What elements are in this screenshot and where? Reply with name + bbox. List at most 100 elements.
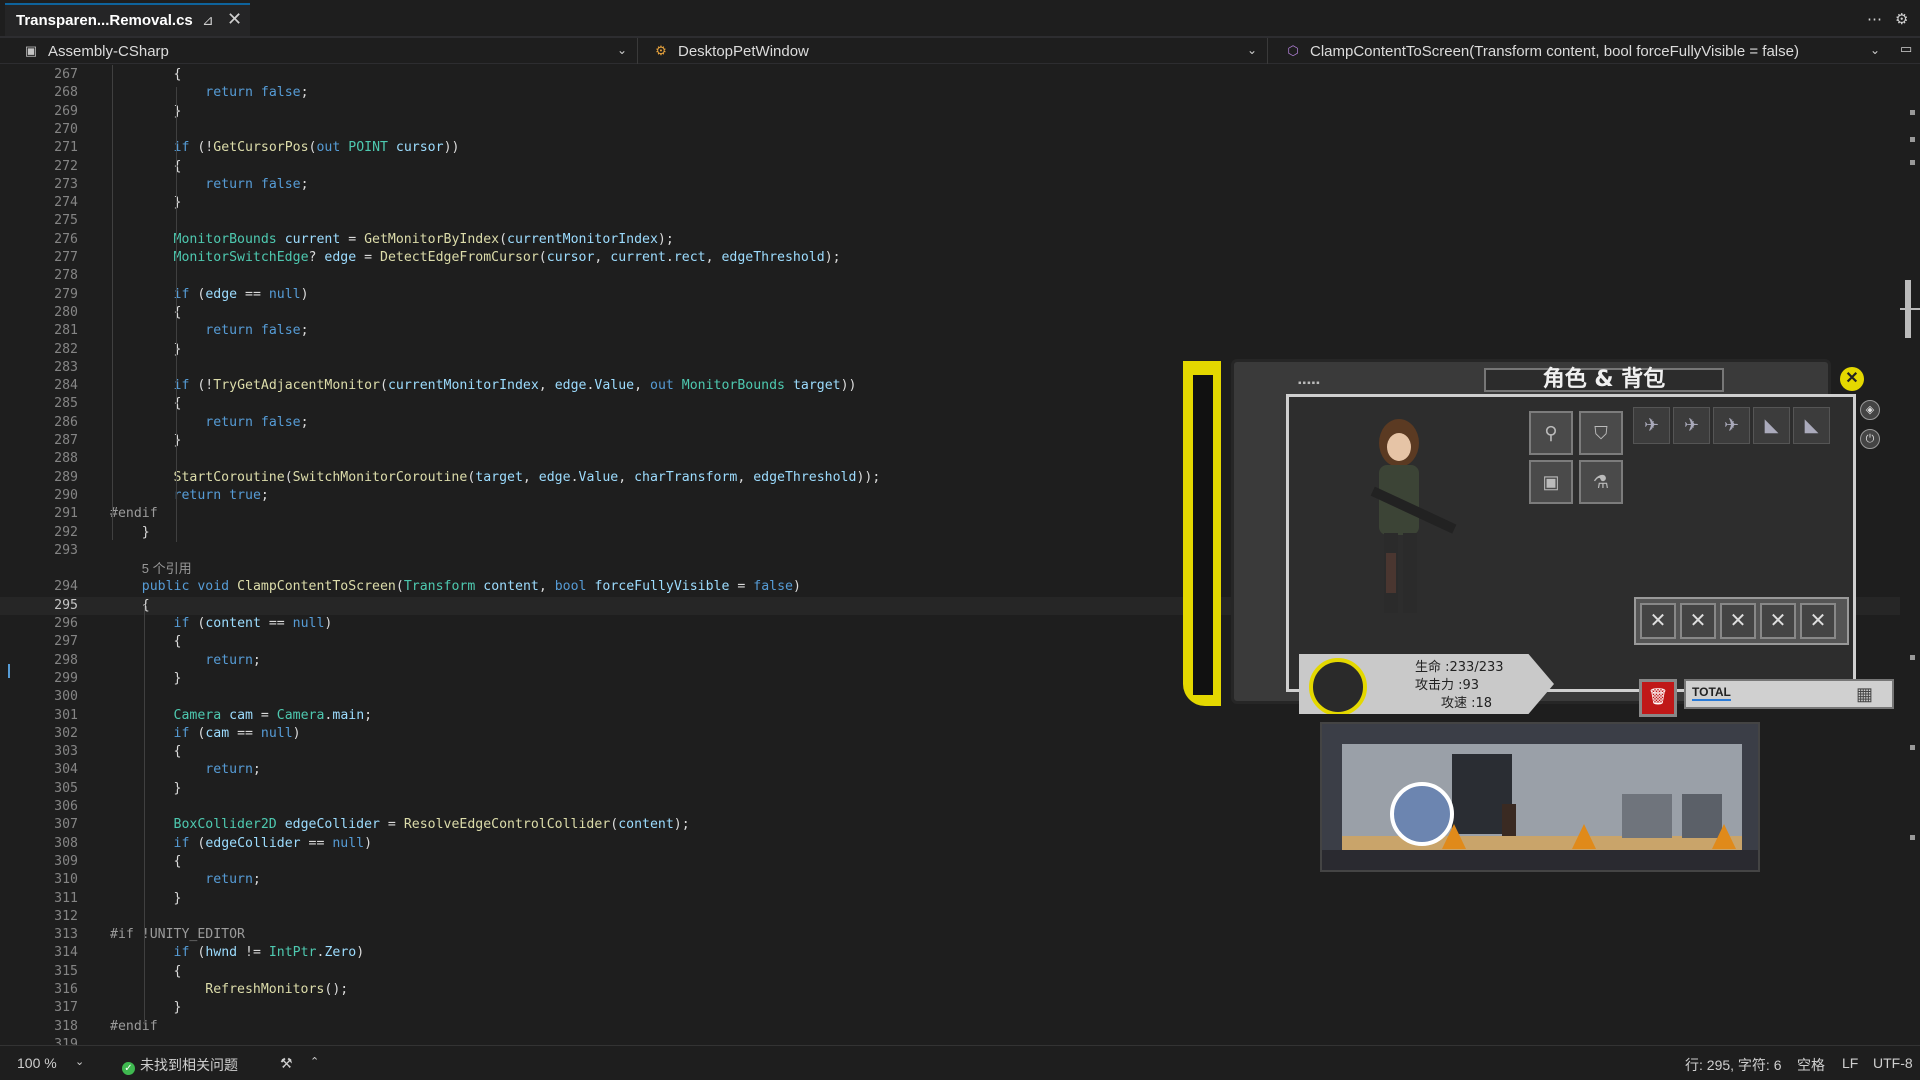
code-line[interactable]: 275 [0,212,1900,230]
code-text[interactable]: return; [110,761,261,779]
code-text[interactable]: #endif [110,505,158,523]
armor-slot[interactable]: ⛉ [1579,411,1623,455]
boot-slot[interactable]: ◣ [1753,407,1790,444]
code-text[interactable]: StartCoroutine(SwitchMonitorCoroutine(ta… [110,469,881,487]
chevron-up-icon[interactable]: ⌃ [310,1055,319,1068]
code-text[interactable]: } [110,890,182,908]
code-line[interactable]: 279 if (edge == null) [0,286,1900,304]
code-line[interactable]: 269 } [0,103,1900,121]
flask-slot[interactable]: ⚗ [1579,460,1623,504]
code-line[interactable]: 273 return false; [0,176,1900,194]
file-encoding[interactable]: UTF-8 [1873,1055,1913,1071]
code-text[interactable]: public void ClampContentToScreen(Transfo… [110,578,801,596]
code-text[interactable]: } [110,103,182,121]
code-text[interactable]: { [110,743,182,761]
code-text[interactable]: BoxCollider2D edgeCollider = ResolveEdge… [110,816,690,834]
backpack-slot[interactable]: ▣ [1529,460,1573,504]
code-text[interactable]: { [110,304,182,322]
code-text[interactable]: return false; [110,84,308,102]
code-text[interactable]: } [110,194,182,212]
weapon-slot[interactable]: ✈ [1633,407,1670,444]
more-icon[interactable]: ⋯ [1867,10,1882,28]
code-text[interactable]: 5 个引用 [110,560,192,579]
editor-scrollbar[interactable] [1900,65,1920,1045]
class-dropdown[interactable]: ⚙ DesktopPetWindow ⌄ [648,38,1268,64]
empty-slot[interactable]: ✕ [1680,603,1716,639]
code-line[interactable]: 282 } [0,341,1900,359]
code-text[interactable]: return false; [110,322,308,340]
project-dropdown[interactable]: ▣ Assembly-CSharp ⌄ [18,38,638,64]
code-text[interactable]: { [110,853,182,871]
split-editor-icon[interactable]: ▭ [1900,41,1912,57]
code-text[interactable]: MonitorBounds current = GetMonitorByInde… [110,231,674,249]
code-text[interactable]: if (edgeCollider == null) [110,835,373,853]
code-line[interactable]: 271 if (!GetCursorPos(out POINT cursor)) [0,139,1900,157]
code-line[interactable]: 313 #if !UNITY_EDITOR [0,926,1900,944]
indent-mode[interactable]: 空格 [1797,1055,1825,1075]
code-text[interactable]: return; [110,652,261,670]
empty-slot[interactable]: ✕ [1720,603,1756,639]
code-line[interactable]: 317 } [0,999,1900,1017]
code-line[interactable]: 278 [0,267,1900,285]
pin-icon[interactable]: ⊿ [202,12,214,29]
code-text[interactable]: if (!GetCursorPos(out POINT cursor)) [110,139,460,157]
trash-button[interactable]: 🗑 [1639,679,1677,717]
code-text[interactable]: if (hwnd != IntPtr.Zero) [110,944,365,962]
code-line[interactable]: 274 } [0,194,1900,212]
code-line[interactable]: 310 return; [0,871,1900,889]
code-line[interactable]: 314 if (hwnd != IntPtr.Zero) [0,944,1900,962]
code-line[interactable]: 316 RefreshMonitors(); [0,981,1900,999]
member-dropdown[interactable]: ⬡ ClampContentToScreen(Transform content… [1280,38,1890,64]
code-line[interactable]: 318 #endif [0,1018,1900,1036]
code-line[interactable]: 311 } [0,890,1900,908]
code-text[interactable]: #endif [110,1018,158,1036]
code-line[interactable]: 315 { [0,963,1900,981]
empty-slot[interactable]: ✕ [1760,603,1796,639]
line-ending[interactable]: LF [1842,1055,1858,1071]
code-text[interactable]: RefreshMonitors(); [110,981,348,999]
code-text[interactable]: return false; [110,176,308,194]
code-text[interactable]: } [110,524,150,542]
weapon-slot[interactable]: ✈ [1673,407,1710,444]
code-text[interactable]: } [110,432,182,450]
code-line[interactable]: 281 return false; [0,322,1900,340]
code-text[interactable]: Camera cam = Camera.main; [110,707,373,725]
code-text[interactable]: if (edge == null) [110,286,309,304]
close-button[interactable]: ✕ [1840,367,1864,391]
cursor-position[interactable]: 行: 295, 字符: 6 [1685,1055,1781,1075]
close-icon[interactable]: ✕ [227,9,242,30]
code-text[interactable]: if (!TryGetAdjacentMonitor(currentMonito… [110,377,857,395]
brush-icon[interactable]: ⚒ [280,1055,293,1072]
settings-icon[interactable]: ⚙ [1895,10,1908,28]
code-line[interactable]: 276 MonitorBounds current = GetMonitorBy… [0,231,1900,249]
code-text[interactable]: #if !UNITY_EDITOR [110,926,245,944]
chevron-down-icon[interactable]: ⌄ [75,1055,84,1068]
code-text[interactable]: { [110,633,182,651]
wrench-slot[interactable]: ⚲ [1529,411,1573,455]
code-text[interactable]: } [110,780,182,798]
code-text[interactable]: if (cam == null) [110,725,301,743]
code-text[interactable]: } [110,670,182,688]
code-text[interactable]: { [110,395,182,413]
code-line[interactable]: 312 [0,908,1900,926]
code-text[interactable]: } [110,999,182,1017]
code-line[interactable]: 268 return false; [0,84,1900,102]
code-text[interactable]: } [110,341,182,359]
boot-slot[interactable]: ◣ [1793,407,1830,444]
zoom-level[interactable]: 100 % [17,1055,57,1071]
code-text[interactable]: { [110,158,182,176]
empty-slot[interactable]: ✕ [1640,603,1676,639]
tab-file[interactable]: Transparen...Removal.cs ⊿ ✕ [5,3,250,36]
issues-indicator[interactable]: ✓ 未找到相关问题 [122,1055,238,1075]
code-line[interactable]: 267 { [0,66,1900,84]
code-text[interactable]: return; [110,871,261,889]
power-icon[interactable]: ⏻ [1860,429,1880,449]
settings-icon[interactable]: ◈ [1860,400,1880,420]
code-line[interactable]: 277 MonitorSwitchEdge? edge = DetectEdge… [0,249,1900,267]
code-line[interactable]: 280 { [0,304,1900,322]
code-line[interactable]: 319 [0,1036,1900,1045]
code-line[interactable]: 270 [0,121,1900,139]
empty-slot[interactable]: ✕ [1800,603,1836,639]
code-line[interactable]: 272 { [0,158,1900,176]
weapon-slot[interactable]: ✈ [1713,407,1750,444]
